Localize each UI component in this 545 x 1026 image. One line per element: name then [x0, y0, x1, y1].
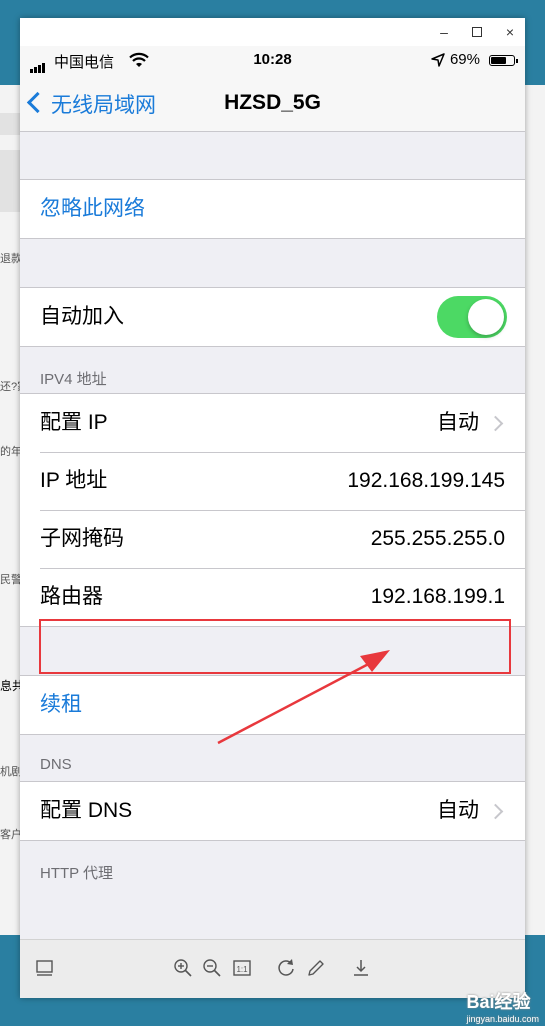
configure-ip-row[interactable]: 配置 IP 自动 [20, 394, 525, 452]
toggle-knob [468, 299, 504, 335]
auto-join-group: 自动加入 [20, 287, 525, 347]
router-row: 路由器 192.168.199.1 [20, 568, 525, 626]
download-icon[interactable] [351, 958, 371, 978]
background-text: 息共 [0, 679, 20, 693]
forget-group: 忽略此网络 [20, 179, 525, 239]
edit-icon[interactable] [306, 958, 326, 978]
subnet-mask-row: 子网掩码 255.255.255.0 [20, 510, 525, 568]
navigation-bar: 无线局域网 HZSD_5G [20, 76, 525, 132]
title-bar: – × [20, 18, 525, 46]
row-label: 配置 IP [40, 411, 108, 434]
rotate-icon[interactable] [276, 958, 296, 978]
configure-dns-row[interactable]: 配置 DNS 自动 [20, 782, 525, 840]
row-value: 255.255.255.0 [370, 527, 505, 550]
watermark-subtext: jingyan.baidu.com [466, 1014, 539, 1024]
background-text: 退款 [0, 253, 20, 265]
chevron-right-icon [487, 803, 504, 820]
minimize-button[interactable]: – [433, 22, 455, 42]
phone-screenshot: 中国电信 10:28 69% 无线局域网 HZSD_5G 忽略此网络 自动加入 … [20, 46, 525, 940]
ipv4-section-header: IPV4 地址 [40, 371, 107, 388]
image-viewer-window: – × 中国电信 10:28 69% 无线局域网 HZSD_5G 忽略此网络 自… [20, 18, 525, 998]
row-label: 配置 DNS [40, 799, 133, 822]
ip-address-row: IP 地址 192.168.199.145 [20, 452, 525, 510]
forget-network-button[interactable]: 忽略此网络 [20, 180, 525, 238]
battery-icon [489, 55, 518, 66]
sidebar-icon[interactable] [35, 958, 55, 978]
renew-group: 续租 [20, 675, 525, 735]
renew-lease-button[interactable]: 续租 [20, 676, 525, 734]
dns-section-header: DNS [40, 756, 72, 773]
auto-join-label: 自动加入 [40, 305, 124, 328]
watermark-text: Bai经验 [466, 992, 531, 1012]
zoom-out-icon[interactable] [202, 958, 222, 978]
background-page-right [525, 85, 545, 935]
row-value: 自动 [437, 411, 479, 434]
close-button[interactable]: × [499, 22, 521, 42]
row-value: 192.168.199.145 [347, 469, 505, 492]
background-text: 还?家 [0, 381, 20, 393]
auto-join-row: 自动加入 [20, 288, 525, 346]
battery-fill [491, 57, 507, 64]
background-text: 的年终 [0, 446, 20, 458]
zoom-in-icon[interactable] [173, 958, 193, 978]
maximize-button[interactable] [466, 22, 488, 42]
http-proxy-section-header: HTTP 代理 [40, 865, 114, 882]
actual-size-icon[interactable]: 1:1 [232, 958, 252, 978]
page-title: HZSD_5G [224, 91, 321, 114]
maximize-icon [472, 27, 482, 37]
background-text: 机剧 [0, 766, 20, 778]
row-label: 子网掩码 [40, 527, 124, 550]
row-label: 路由器 [40, 585, 103, 608]
background-page: 退款 还?家 的年终 民警 息共 机剧 客户 [0, 85, 22, 935]
location-icon [431, 53, 445, 67]
background-text: 民警 [0, 574, 20, 586]
ipv4-group: 配置 IP 自动 IP 地址 192.168.199.145 子网掩码 255.… [20, 393, 525, 627]
status-bar: 中国电信 10:28 69% [20, 46, 525, 76]
viewer-toolbar: 1:1 [20, 939, 525, 998]
background-strip [0, 150, 20, 212]
settings-list: 忽略此网络 自动加入 IPV4 地址 配置 IP 自动 IP 地址 192.16… [20, 131, 525, 887]
battery-percent: 69% [449, 51, 480, 68]
dns-group: 配置 DNS 自动 [20, 781, 525, 841]
row-value: 自动 [437, 799, 479, 822]
row-value: 192.168.199.1 [370, 585, 505, 608]
baidu-watermark: Bai经验 jingyan.baidu.com [466, 988, 539, 1024]
chevron-right-icon [487, 415, 504, 432]
row-label: IP 地址 [40, 469, 108, 492]
auto-join-toggle[interactable] [437, 296, 507, 338]
background-text: 客户 [0, 829, 20, 841]
background-strip [0, 113, 20, 135]
actual-size-label: 1:1 [236, 965, 248, 974]
